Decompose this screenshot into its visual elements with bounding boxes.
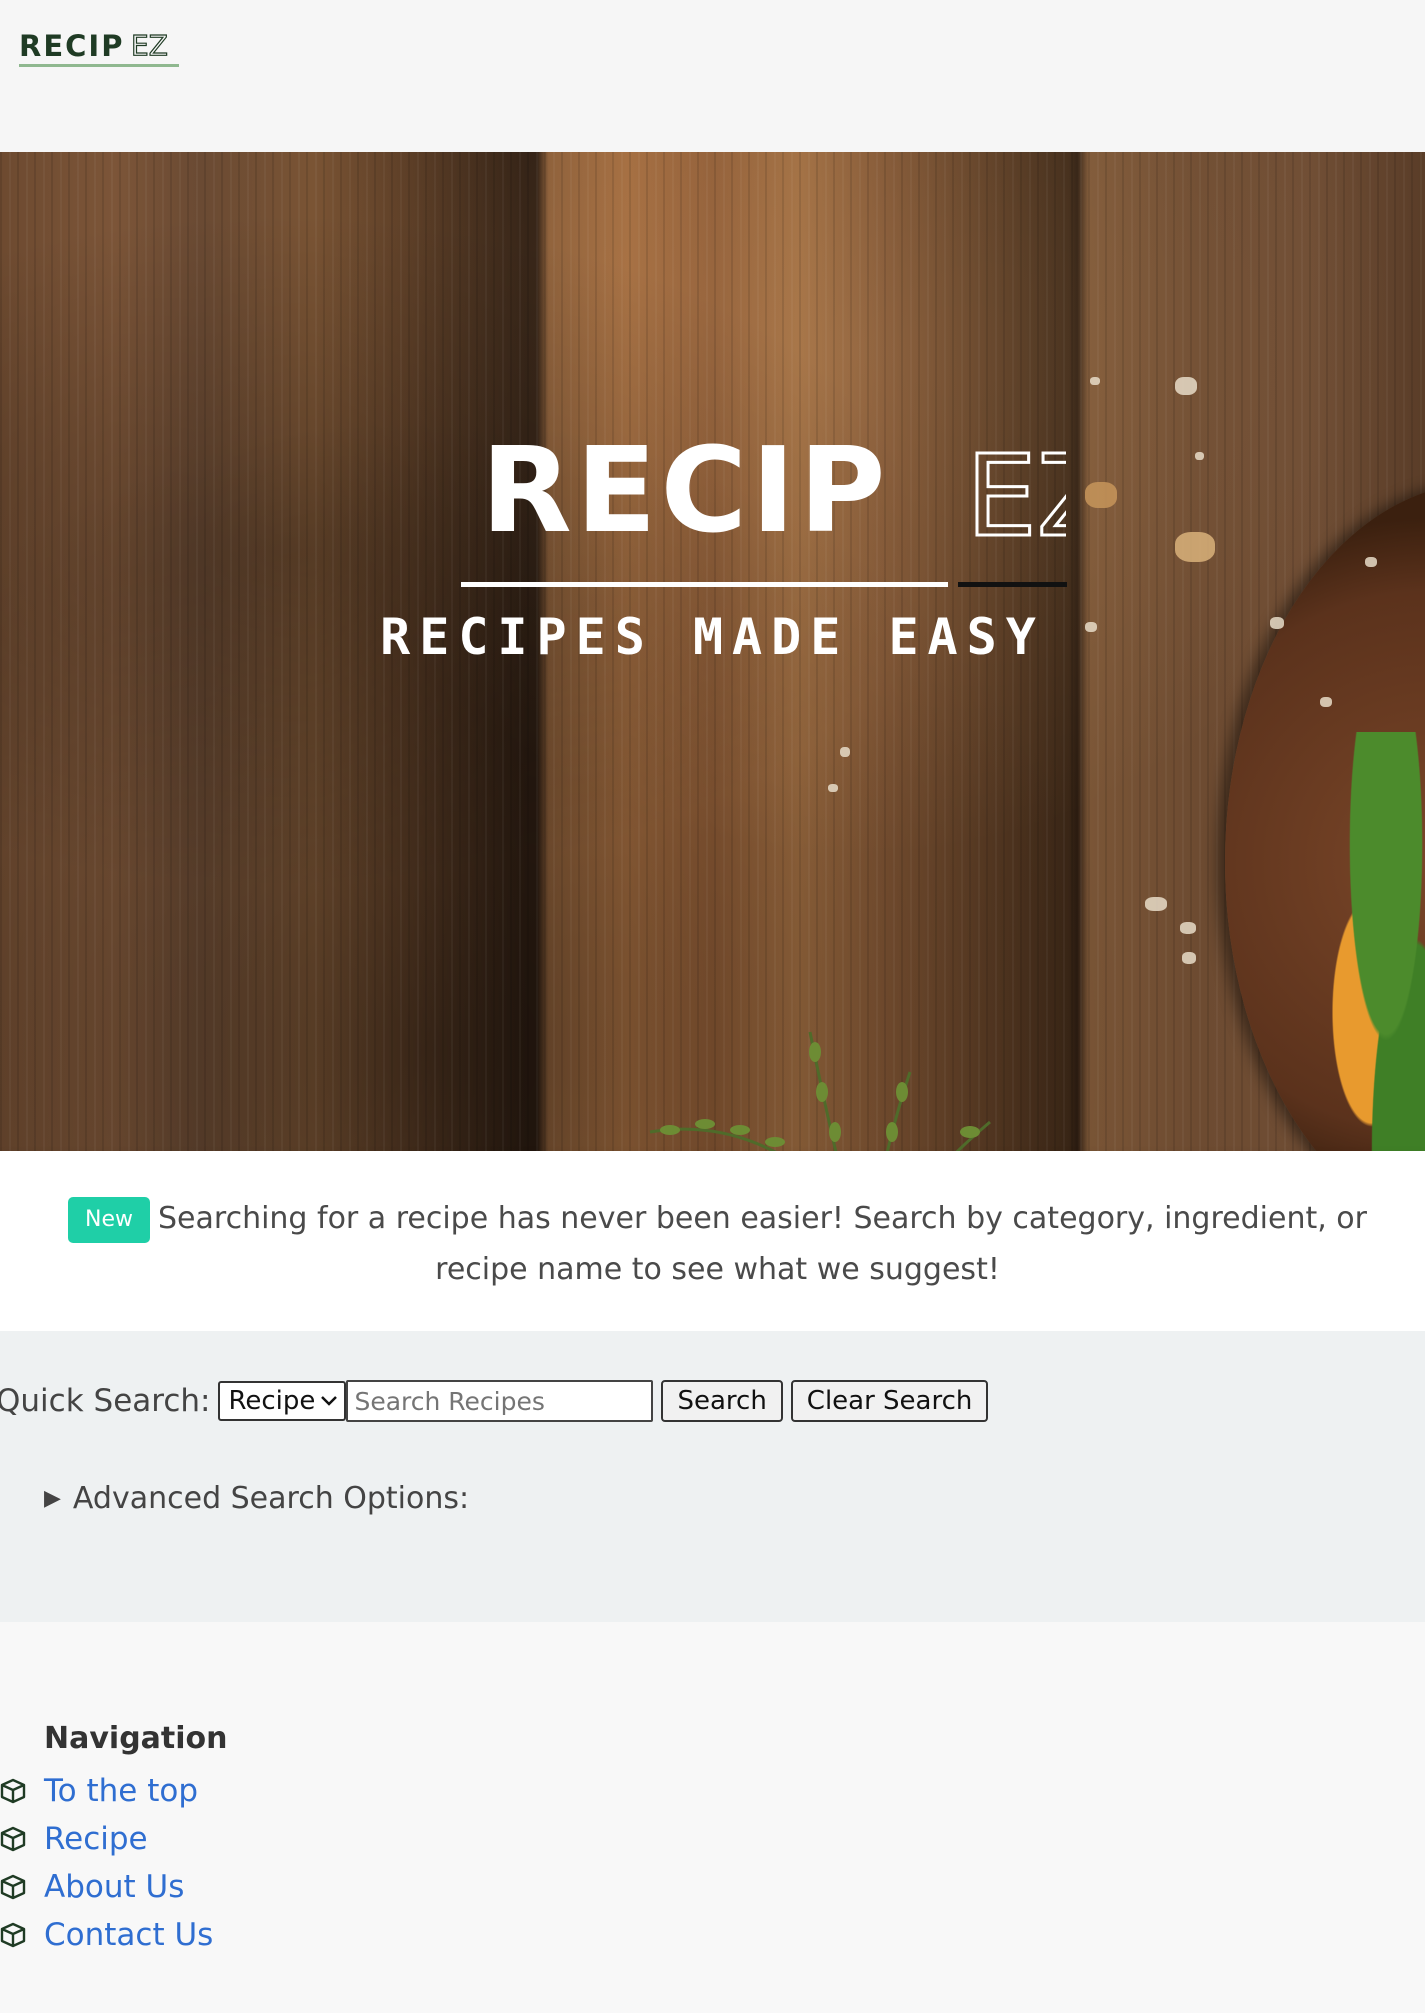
cube-icon [0, 1778, 26, 1804]
new-badge: New [68, 1197, 151, 1243]
crumb-decor [840, 747, 850, 757]
chevron-down-icon [321, 1396, 338, 1406]
hero-herb-image [649, 1031, 991, 1151]
crumb-decor [1090, 377, 1100, 385]
hero-underline-black [958, 582, 1067, 587]
search-category-value: Recipe [228, 1386, 316, 1416]
footer-nav-item: Contact Us [0, 1911, 213, 1959]
hero-subtitle: RECIPES MADE EASY [380, 608, 1045, 666]
announcement-banner: New Searching for a recipe has never been… [0, 1151, 1425, 1331]
crumb-decor [1145, 897, 1167, 911]
nav-link-top[interactable]: To the top [44, 1773, 198, 1809]
nav-link-about[interactable]: About Us [44, 1869, 184, 1905]
footer-nav-item: Recipe [0, 1815, 213, 1863]
cube-icon [0, 1922, 26, 1948]
hero-ez-mark: EZ [966, 440, 1066, 550]
search-button[interactable]: Search [661, 1380, 783, 1422]
footer-nav-item: About Us [0, 1863, 213, 1911]
crumb-decor [1365, 557, 1377, 567]
announcement-text: Searching for a recipe has never been ea… [158, 1201, 1367, 1287]
crumb-decor [1180, 922, 1196, 934]
hero-ez-text: EZ [966, 440, 1066, 550]
logo-underline [19, 64, 179, 67]
footer-nav-list: To the top Recipe About Us Contact Us [0, 1767, 213, 1959]
footer: Navigation To the top Recipe About Us Co… [0, 1622, 1425, 2013]
hero-greens-image [1330, 732, 1425, 1151]
footer-nav-item: To the top [0, 1767, 213, 1815]
crumb-decor [1320, 697, 1332, 707]
advanced-search-label: Advanced Search Options: [72, 1481, 470, 1516]
crumb-decor [1182, 952, 1196, 964]
search-category-select[interactable]: Recipe [218, 1381, 347, 1421]
crumb-decor [828, 784, 838, 792]
hero-title-text: RECIP [481, 421, 890, 559]
advanced-search-toggle[interactable]: ▶ Advanced Search Options: [44, 1481, 469, 1516]
nav-link-contact[interactable]: Contact Us [44, 1917, 213, 1953]
clear-search-button[interactable]: Clear Search [790, 1380, 989, 1422]
logo-text: RECIP [19, 29, 125, 63]
hero-underline-white [461, 582, 948, 587]
quick-search-row: Quick Search: Recipe Search Clear Search [0, 1380, 989, 1422]
logo-ez-text: EZ [131, 32, 168, 58]
footer-nav-title: Navigation [44, 1721, 228, 1756]
site-logo[interactable]: RECIP EZ [19, 29, 181, 67]
nav-link-recipe[interactable]: Recipe [44, 1821, 148, 1857]
hero-title: RECIP EZ [0, 430, 1425, 550]
cube-icon [0, 1826, 26, 1852]
search-section: Quick Search: Recipe Search Clear Search… [0, 1331, 1425, 1622]
cube-icon [0, 1874, 26, 1900]
logo-ez-mark: EZ [130, 32, 168, 58]
crumb-decor [1175, 377, 1197, 395]
disclosure-triangle-icon: ▶ [44, 1486, 61, 1511]
quick-search-label: Quick Search: [0, 1383, 211, 1419]
search-input[interactable] [346, 1380, 654, 1422]
